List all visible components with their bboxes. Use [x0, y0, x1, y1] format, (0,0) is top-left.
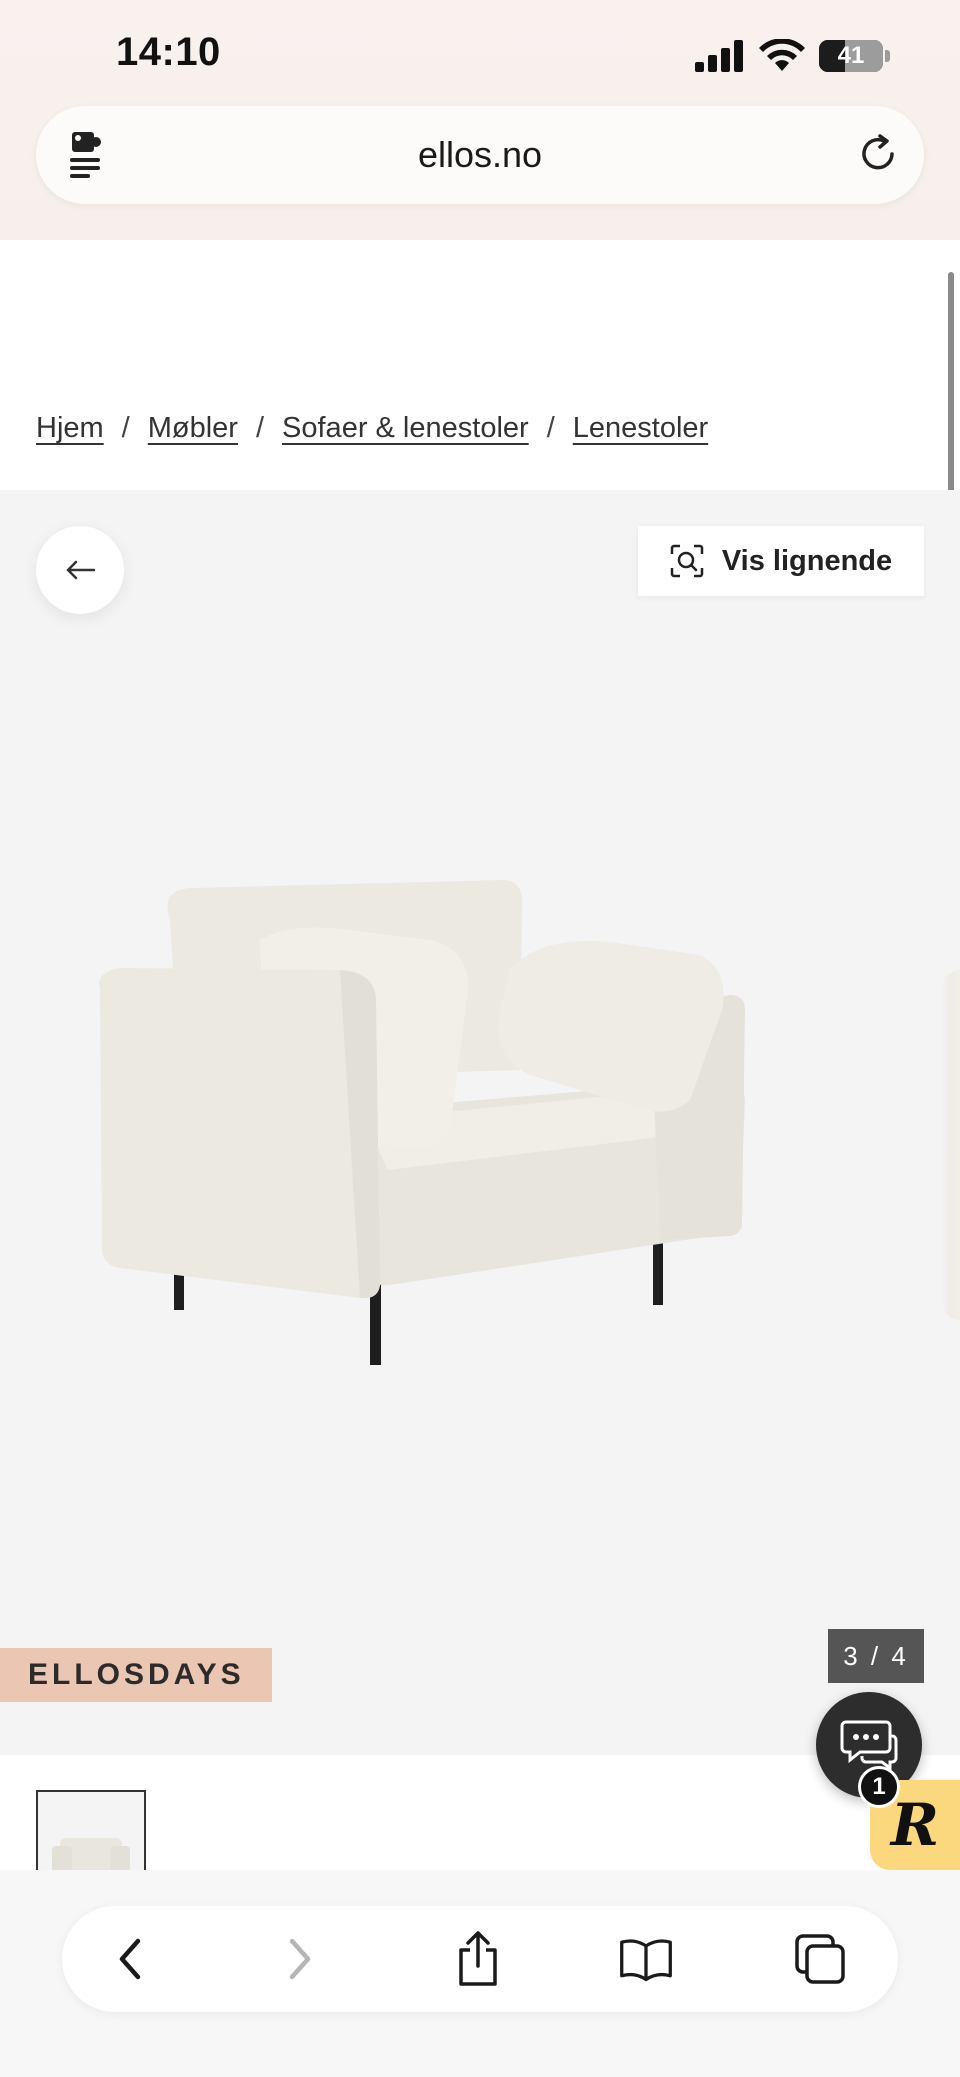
browser-top-region: 14:10 41 ellos.no: [0, 0, 960, 240]
breadcrumb-mobler[interactable]: Møbler: [148, 412, 238, 445]
forward-icon[interactable]: [272, 1931, 328, 1987]
share-icon[interactable]: [450, 1931, 506, 1987]
signal-icon: [695, 40, 743, 72]
image-counter: 3 / 4: [828, 1629, 924, 1683]
breadcrumb-separator: /: [255, 412, 265, 444]
breadcrumb-sofaer-lenestoler[interactable]: Sofaer & lenestoler: [282, 412, 529, 445]
status-icons: 41: [695, 36, 890, 76]
battery-tip: [885, 50, 890, 62]
status-time: 14:10: [116, 30, 221, 74]
review-widget-logo: R: [890, 1791, 940, 1859]
tabs-icon[interactable]: [792, 1931, 848, 1987]
show-similar-button[interactable]: Vis lignende: [638, 526, 924, 596]
show-similar-label: Vis lignende: [721, 544, 893, 577]
breadcrumb-separator: /: [546, 412, 555, 444]
browser-toolbar: [62, 1906, 898, 2012]
chat-bubbles-icon: [840, 1720, 898, 1771]
back-icon[interactable]: [102, 1931, 158, 1987]
wifi-icon: [759, 39, 805, 71]
visual-search-icon: [670, 544, 704, 578]
reload-icon[interactable]: [854, 130, 902, 183]
bookmarks-icon[interactable]: [618, 1931, 674, 1987]
product-image: [99, 880, 745, 1365]
gallery-back-button[interactable]: [36, 526, 124, 614]
breadcrumb-hjem[interactable]: Hjem: [36, 412, 104, 445]
arrow-left-icon: [66, 560, 96, 580]
promo-badge: ELLOSDAYS: [0, 1648, 272, 1702]
thumbnail-image: [52, 1838, 130, 1872]
url-text[interactable]: ellos.no: [36, 134, 924, 176]
product-gallery[interactable]: Vis lignende ELLOSDAYS 3 / 4: [0, 490, 960, 1755]
next-image-peek[interactable]: [942, 970, 960, 1320]
url-bar[interactable]: ellos.no: [36, 106, 924, 204]
battery-level: 41: [837, 42, 865, 69]
breadcrumb-lenestoler[interactable]: Lenestoler: [573, 412, 708, 445]
breadcrumb: Hjem / Møbler / Sofaer & lenestoler / Le…: [36, 412, 708, 445]
chat-notification-badge: 1: [858, 1766, 900, 1808]
breadcrumb-separator: /: [121, 412, 130, 444]
battery-icon: 41: [819, 40, 883, 72]
promo-badge-label: ELLOSDAYS: [28, 1658, 245, 1691]
gallery-thumbnail[interactable]: [36, 1790, 146, 1872]
